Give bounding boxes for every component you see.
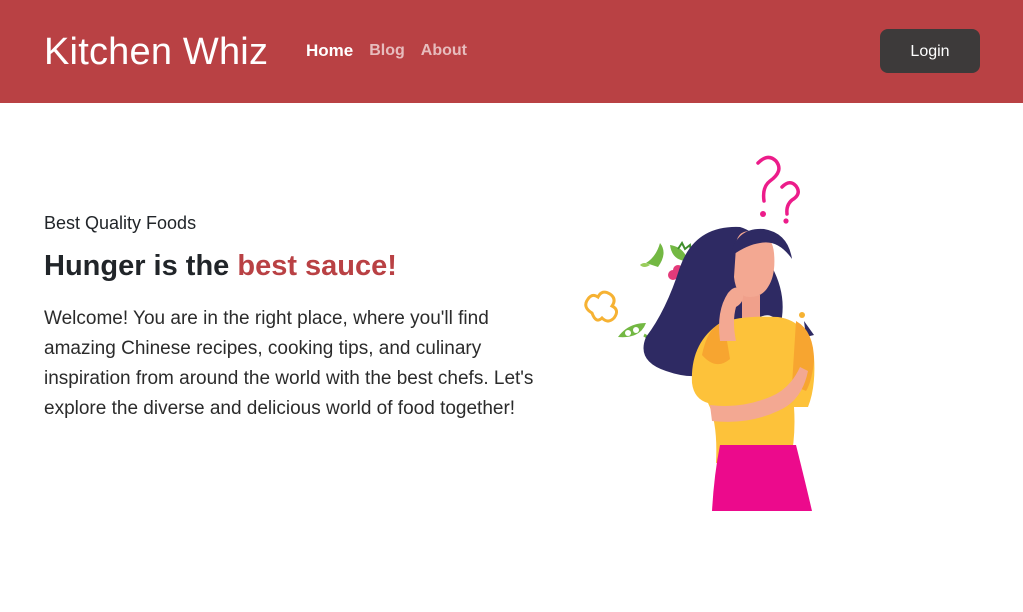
brand-logo[interactable]: Kitchen Whiz [44, 30, 268, 74]
login-button[interactable]: Login [880, 29, 980, 73]
nav-links: Home Blog About [306, 40, 467, 62]
nav-link-about[interactable]: About [421, 40, 467, 62]
question-marks-icon [756, 155, 800, 216]
nav-link-home[interactable]: Home [306, 40, 353, 62]
headline-prefix: Hunger is the [44, 250, 238, 282]
hero-welcome-text: Welcome! You are in the right place, whe… [44, 308, 534, 419]
hero-text: Best Quality Foods Hunger is the best sa… [44, 210, 534, 424]
headline-accent: best sauce! [237, 250, 397, 282]
navbar: Kitchen Whiz Home Blog About Login [0, 0, 1023, 103]
skirt-shape [712, 445, 812, 511]
hero-eyebrow: Best Quality Foods [44, 213, 197, 233]
flower-icon [584, 290, 619, 323]
thinking-woman-illustration [570, 145, 830, 515]
hero-headline: Hunger is the best sauce! [44, 248, 534, 284]
nav-link-blog[interactable]: Blog [369, 40, 405, 62]
thinking-woman-svg [584, 155, 815, 511]
